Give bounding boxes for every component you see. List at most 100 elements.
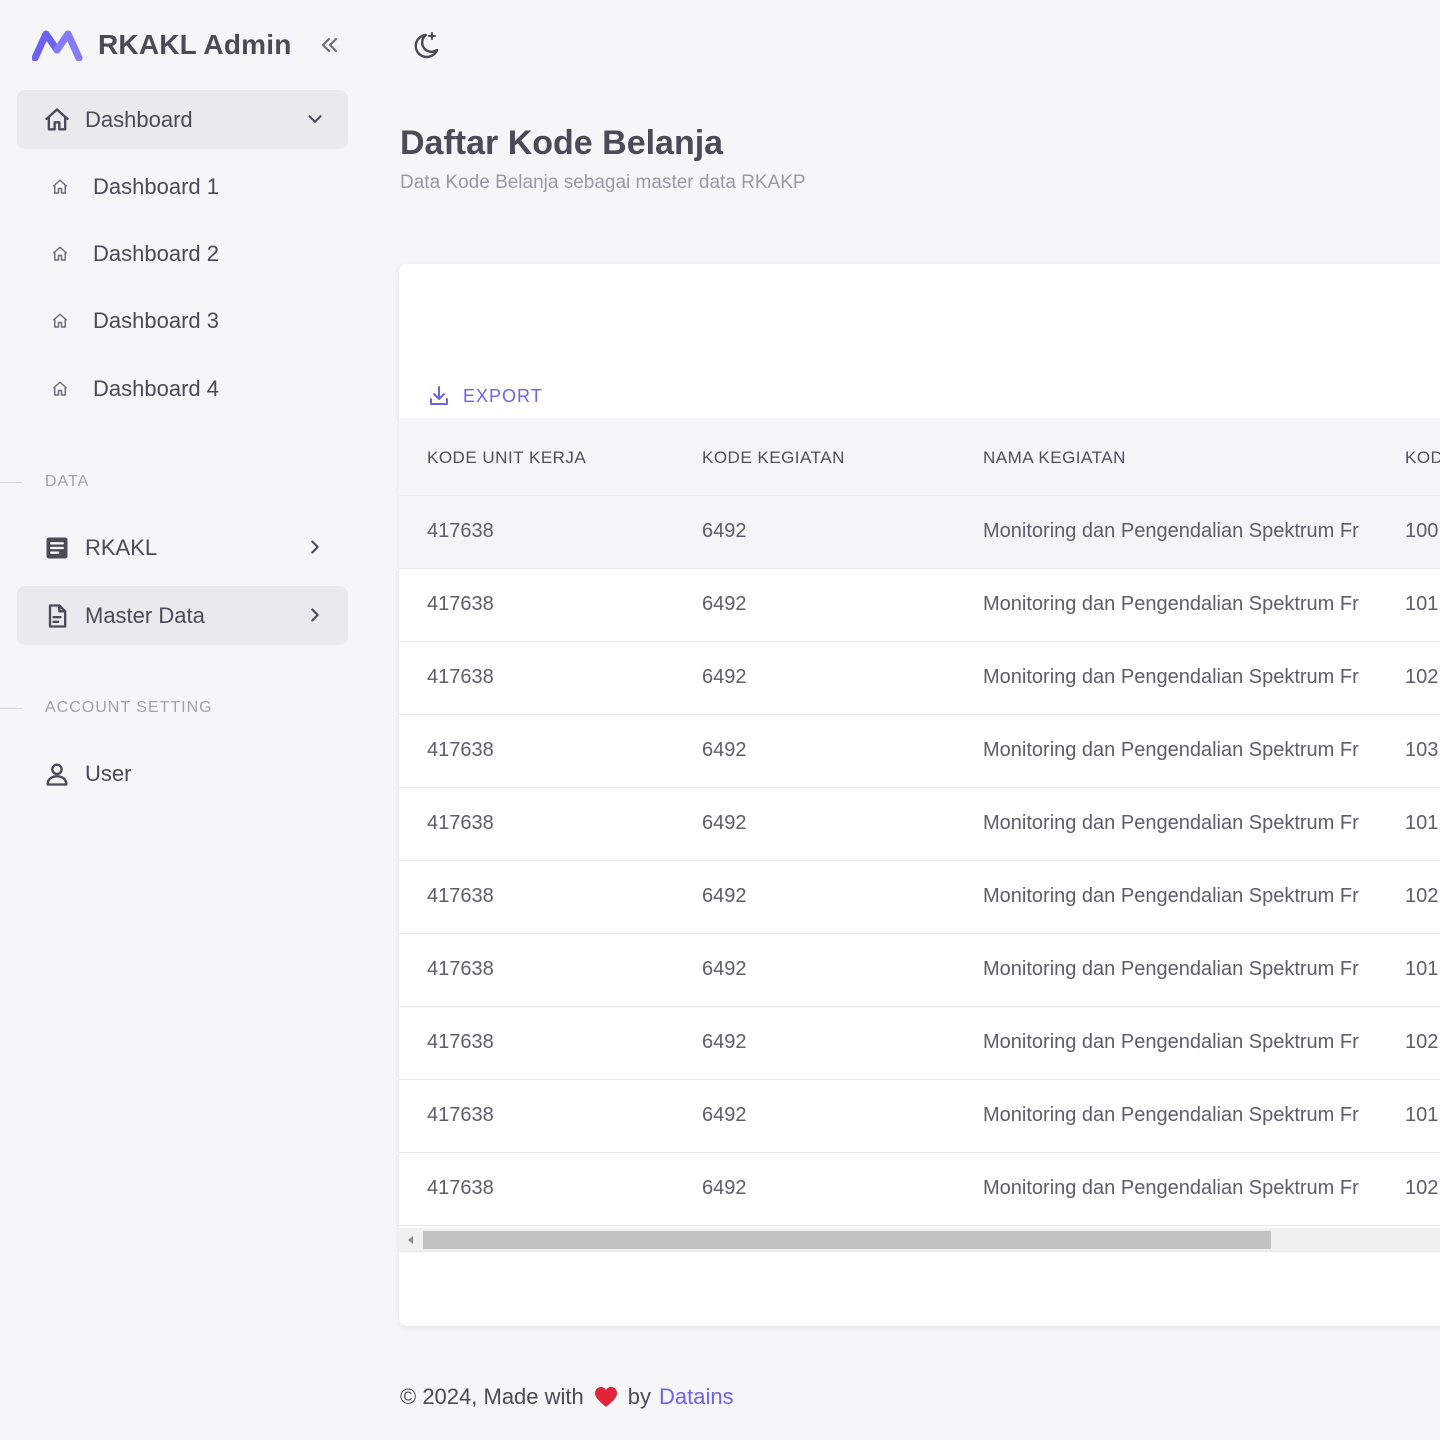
home-icon [52,313,68,328]
cell-kode: 102 [1405,885,1439,907]
heart-icon [594,1387,617,1407]
cell-kode-kegiatan: 6492 [702,1104,747,1126]
sidebar-item-master-data[interactable]: Master Data [17,586,348,645]
scroll-left-arrow-icon[interactable] [405,1234,417,1246]
export-label: EXPORT [463,385,543,406]
cell-kode-unit-kerja: 417638 [427,1177,494,1199]
table-row[interactable]: 417638 6492 Monitoring dan Pengendalian … [399,861,1440,934]
cell-kode: 102 [1405,666,1439,688]
cell-kode: 102 [1405,1031,1439,1053]
sidebar-subitem-label: Dashboard 1 [93,174,219,199]
column-header-kode-unit-kerja[interactable]: KODE UNIT KERJA [427,448,586,468]
user-icon [46,763,68,786]
sidebar-subitem-dashboard-3[interactable]: Dashboard 3 [17,294,348,348]
file-text-icon [48,603,67,628]
cell-nama-kegiatan: Monitoring dan Pengendalian Spektrum Fr [983,666,1359,688]
column-header-nama-kegiatan[interactable]: NAMA KEGIATAN [983,448,1385,468]
table-row[interactable]: 417638 6492 Monitoring dan Pengendalian … [399,1007,1440,1080]
cell-kode: 101 [1405,958,1439,980]
moon-stars-icon [414,32,439,59]
collapse-sidebar-button[interactable] [314,30,344,60]
page-subtitle: Data Kode Belanja sebagai master data RK… [400,172,806,193]
cell-kode-unit-kerja: 417638 [427,885,494,907]
scrollbar-thumb[interactable] [423,1231,1271,1249]
cell-kode-unit-kerja: 417638 [427,739,494,761]
table-row[interactable]: 417638 6492 Monitoring dan Pengendalian … [399,934,1440,1007]
cell-nama-kegiatan: Monitoring dan Pengendalian Spektrum Fr [983,885,1359,907]
sidebar-subitem-label: Dashboard 3 [93,308,219,333]
cell-kode: 100 [1405,520,1439,542]
cell-kode-unit-kerja: 417638 [427,520,494,542]
cell-kode: 102 [1405,1177,1439,1199]
brand-logo-icon [32,30,83,61]
sidebar-subitem-dashboard-1[interactable]: Dashboard 1 [17,160,348,214]
sidebar-subitem-dashboard-2[interactable]: Dashboard 2 [17,227,348,281]
cell-kode-kegiatan: 6492 [702,520,747,542]
sidebar-item-user[interactable]: User [17,744,348,803]
cell-nama-kegiatan: Monitoring dan Pengendalian Spektrum Fr [983,1177,1359,1199]
chevrons-left-icon [321,37,338,53]
document-list-icon [46,537,68,558]
horizontal-scrollbar[interactable] [399,1228,1440,1252]
section-header-account-setting: ACCOUNT SETTING [0,697,213,719]
cell-nama-kegiatan: Monitoring dan Pengendalian Spektrum Fr [983,593,1359,615]
table-row[interactable]: 417638 6492 Monitoring dan Pengendalian … [399,788,1440,861]
cell-kode: 101 [1405,593,1439,615]
chevron-down-icon [308,115,322,123]
export-button[interactable]: EXPORT [427,384,543,408]
sidebar-subitem-label: Dashboard 4 [93,376,219,401]
sidebar-item-dashboard[interactable]: Dashboard [17,90,348,149]
cell-kode-unit-kerja: 417638 [427,593,494,615]
cell-kode-unit-kerja: 417638 [427,666,494,688]
page-title: Daftar Kode Belanja [400,124,724,162]
sidebar: RKAKL Admin Dashboard Dashboard 1 Dashbo… [0,0,370,1440]
sidebar-item-label: Dashboard [85,106,193,132]
cell-kode-kegiatan: 6492 [702,885,747,907]
column-header-kode[interactable]: KOD [1405,448,1440,468]
table-row[interactable]: 417638 6492 Monitoring dan Pengendalian … [399,1153,1440,1226]
sidebar-item-label: User [85,760,132,786]
table-body: 417638 6492 Monitoring dan Pengendalian … [399,496,1440,1226]
brand-title: RKAKL Admin [98,29,292,60]
footer: © 2024, Made with by Datains [400,1384,734,1410]
cell-kode-kegiatan: 6492 [702,739,747,761]
cell-nama-kegiatan: Monitoring dan Pengendalian Spektrum Fr [983,812,1359,834]
footer-link-datains[interactable]: Datains [659,1384,734,1410]
table-row[interactable]: 417638 6492 Monitoring dan Pengendalian … [399,715,1440,788]
theme-toggle-button[interactable] [408,28,444,64]
column-header-kode-kegiatan[interactable]: KODE KEGIATAN [702,448,845,468]
table-row[interactable]: 417638 6492 Monitoring dan Pengendalian … [399,496,1440,569]
cell-kode: 101 [1405,1104,1439,1126]
cell-kode-kegiatan: 6492 [702,593,747,615]
sidebar-item-rkakl[interactable]: RKAKL [17,518,348,577]
table-row[interactable]: 417638 6492 Monitoring dan Pengendalian … [399,1080,1440,1153]
home-icon [45,107,69,130]
divider [0,707,22,709]
section-header-data: DATA [0,471,89,493]
table-row[interactable]: 417638 6492 Monitoring dan Pengendalian … [399,569,1440,642]
home-icon [52,381,68,396]
cell-nama-kegiatan: Monitoring dan Pengendalian Spektrum Fr [983,958,1359,980]
home-icon [52,179,68,194]
cell-nama-kegiatan: Monitoring dan Pengendalian Spektrum Fr [983,520,1359,542]
cell-kode: 101 [1405,812,1439,834]
cell-kode-kegiatan: 6492 [702,666,747,688]
divider [0,481,22,483]
cell-kode-kegiatan: 6492 [702,1177,747,1199]
sidebar-subitem-dashboard-4[interactable]: Dashboard 4 [17,362,348,416]
cell-nama-kegiatan: Monitoring dan Pengendalian Spektrum Fr [983,1104,1359,1126]
cell-kode-kegiatan: 6492 [702,812,747,834]
cell-kode-unit-kerja: 417638 [427,1031,494,1053]
cell-kode-unit-kerja: 417638 [427,958,494,980]
table-row[interactable]: 417638 6492 Monitoring dan Pengendalian … [399,642,1440,715]
sidebar-item-label: RKAKL [85,534,158,560]
home-icon [52,246,68,261]
table-card: EXPORT KODE UNIT KERJA KODE KEGIATAN NAM… [399,264,1440,1326]
cell-kode: 103 [1405,739,1439,761]
cell-kode-kegiatan: 6492 [702,958,747,980]
cell-nama-kegiatan: Monitoring dan Pengendalian Spektrum Fr [983,739,1359,761]
section-title: DATA [45,473,90,490]
chevron-right-icon [311,608,319,622]
brand[interactable]: RKAKL Admin [32,26,292,64]
cell-kode-unit-kerja: 417638 [427,812,494,834]
